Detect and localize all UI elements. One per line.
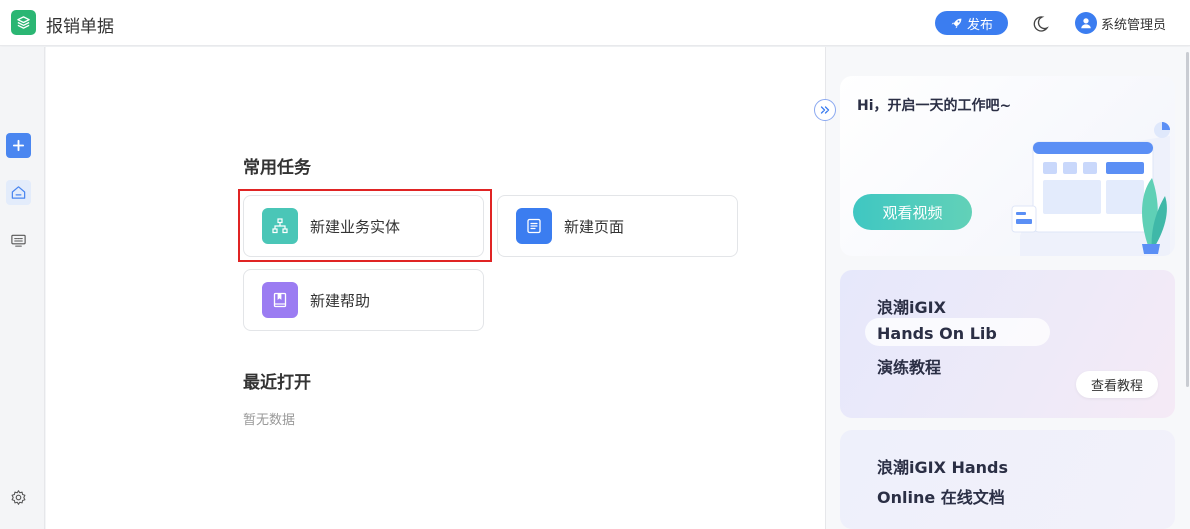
- user-menu[interactable]: 系统管理员: [1075, 12, 1166, 34]
- top-header: 报销单据 发布 系统管理员: [0, 0, 1190, 46]
- promo-line: Online 在线文档: [877, 488, 1005, 507]
- task-card-new-entity[interactable]: 新建业务实体: [243, 195, 484, 257]
- promo-line: 浪潮iGIX: [877, 298, 946, 317]
- task-icon-bg: [262, 282, 298, 318]
- add-button[interactable]: [6, 133, 31, 158]
- panel-scrollbar[interactable]: [1186, 52, 1189, 387]
- welcome-card: Hi，开启一天的工作吧~ 观看视频: [840, 76, 1175, 256]
- task-label: 新建页面: [564, 217, 625, 236]
- user-icon: [1081, 18, 1091, 29]
- avatar: [1075, 12, 1097, 34]
- app-logo: [11, 10, 36, 35]
- double-chevron-right-icon: [820, 106, 830, 114]
- tasks-title: 常用任务: [243, 158, 311, 178]
- greeting-text: Hi，开启一天的工作吧~: [857, 98, 1012, 114]
- task-label: 新建业务实体: [310, 217, 401, 236]
- add-icon: [12, 139, 25, 152]
- watch-video-button[interactable]: 观看视频: [853, 194, 972, 230]
- promo-card-hands-on-lib[interactable]: 浪潮iGIX Hands On Lib 演练教程 查看教程: [840, 270, 1175, 418]
- rocket-icon: [951, 18, 962, 28]
- recent-title: 最近打开: [243, 373, 311, 393]
- empty-state-text: 暂无数据: [243, 413, 296, 428]
- layers-icon: [17, 16, 30, 29]
- task-icon-bg: [262, 208, 298, 244]
- task-icon-bg: [516, 208, 552, 244]
- settings-button[interactable]: [6, 485, 31, 510]
- gear-icon: [11, 490, 26, 505]
- task-card-new-page[interactable]: 新建页面: [497, 195, 738, 257]
- monitor-nav-button[interactable]: [6, 228, 31, 253]
- org-chart-icon: [272, 218, 288, 234]
- home-icon: [11, 186, 26, 199]
- promo-line: 演练教程: [877, 358, 942, 377]
- app-title: 报销单据: [46, 17, 114, 37]
- home-nav-button[interactable]: [6, 180, 31, 205]
- task-card-new-help[interactable]: 新建帮助: [243, 269, 484, 331]
- publish-label: 发布: [966, 17, 993, 33]
- promo-line: 浪潮iGIX Hands: [877, 458, 1009, 477]
- main-workspace: 常用任务 新建业务实体 新建页面 新建帮助 最近打开 暂无数据: [46, 47, 825, 529]
- task-label: 新建帮助: [310, 291, 371, 310]
- dashboard-illustration: [1011, 122, 1170, 256]
- collapse-panel-button[interactable]: [814, 99, 836, 121]
- moon-icon: [1033, 16, 1049, 32]
- view-tutorial-button[interactable]: 查看教程: [1076, 371, 1158, 398]
- dark-mode-toggle[interactable]: [1030, 14, 1050, 34]
- page-icon: [527, 218, 541, 234]
- left-rail: [0, 47, 45, 529]
- user-name: 系统管理员: [1101, 17, 1167, 33]
- book-icon: [273, 292, 287, 308]
- promo-line: Hands On Lib: [877, 324, 997, 343]
- monitor-icon: [11, 234, 26, 247]
- promo-card-online-docs[interactable]: 浪潮iGIX Hands Online 在线文档: [840, 430, 1175, 529]
- publish-button[interactable]: 发布: [935, 11, 1008, 35]
